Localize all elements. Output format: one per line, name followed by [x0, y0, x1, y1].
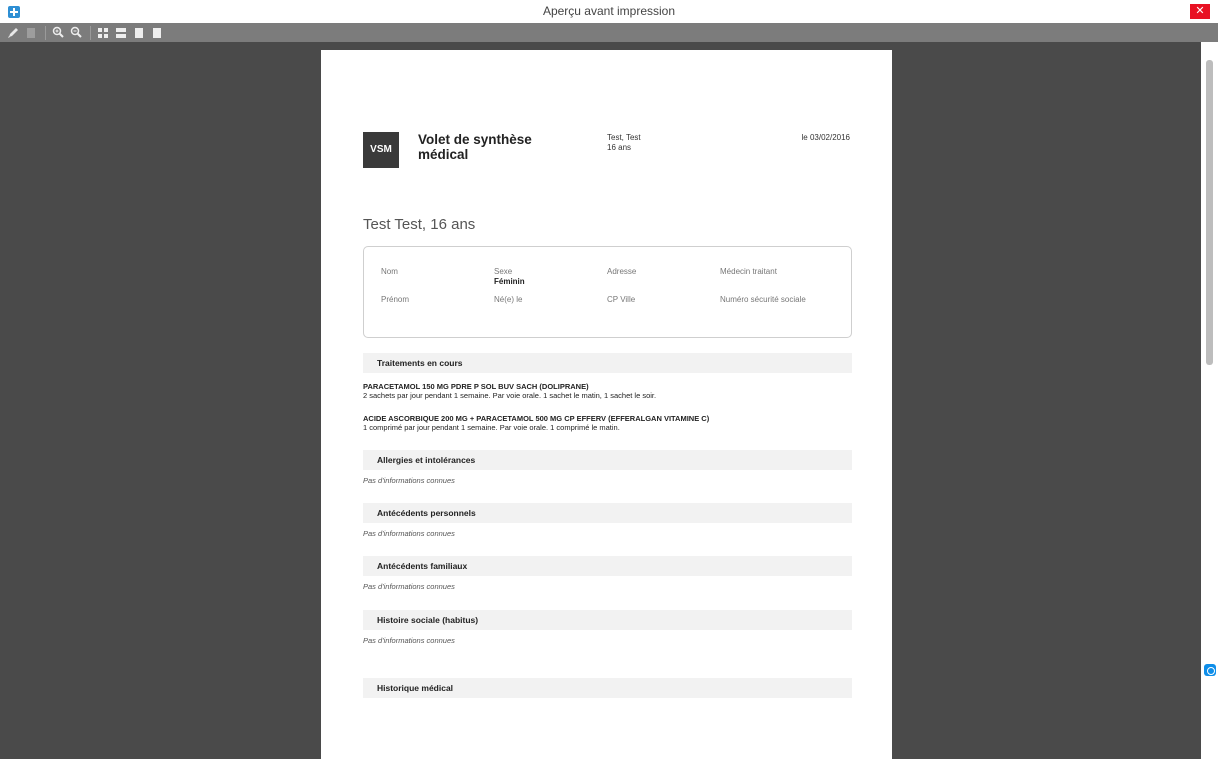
copy-icon[interactable] [23, 25, 39, 41]
remote-support-tab[interactable] [1201, 659, 1218, 697]
section-allergies: Allergies et intolérances Pas d'informat… [363, 450, 852, 485]
zoom-out-icon[interactable] [68, 25, 84, 41]
nom-label: Nom [381, 267, 398, 276]
section-title: Historique médical [363, 678, 852, 698]
section-empty-text: Pas d'informations connues [363, 582, 455, 591]
two-pages-icon[interactable] [131, 25, 147, 41]
toolbar-separator [45, 25, 46, 40]
section-historique-medical: Historique médical [363, 678, 852, 698]
section-antecedents-familiaux: Antécédents familiaux Pas d'informations… [363, 556, 852, 591]
medication-dosage: 2 sachets par jour pendant 1 semaine. Pa… [363, 391, 657, 400]
window-title: Aperçu avant impression [542, 4, 676, 18]
medication-dosage: 1 comprimé par jour pendant 1 semaine. P… [363, 423, 620, 432]
single-page-icon[interactable] [149, 25, 165, 41]
vertical-scrollbar[interactable] [1201, 42, 1218, 759]
sexe-value: Féminin [494, 277, 525, 286]
header-patient-name: Test, Test [607, 133, 641, 142]
vsm-badge: VSM [363, 132, 399, 168]
adresse-label: Adresse [607, 267, 637, 276]
section-empty-text: Pas d'informations connues [363, 476, 455, 485]
toolbar [0, 23, 1218, 42]
section-title: Antécédents familiaux [363, 556, 852, 576]
section-empty-text: Pas d'informations connues [363, 529, 455, 538]
page-width-icon[interactable] [113, 25, 129, 41]
document-date: le 03/02/2016 [801, 133, 851, 142]
patient-heading: Test Test, 16 ans [363, 216, 476, 233]
section-title: Histoire sociale (habitus) [363, 610, 852, 630]
section-antecedents-personnels: Antécédents personnels Pas d'information… [363, 503, 852, 538]
document-header: VSM Volet de synthèse médical Test, Test… [363, 132, 850, 192]
remote-support-icon [1204, 664, 1216, 676]
section-title: Allergies et intolérances [363, 450, 852, 470]
zoom-in-icon[interactable] [50, 25, 66, 41]
scrollbar-thumb[interactable] [1206, 60, 1213, 365]
medication-item: ACIDE ASCORBIQUE 200 mg + PARACETAMOL 50… [363, 414, 709, 432]
close-button[interactable]: ✕ [1190, 4, 1210, 19]
cp-ville-label: CP Ville [607, 295, 636, 304]
document-title: Volet de synthèse médical [418, 132, 532, 162]
nss-label: Numéro sécurité sociale [720, 295, 806, 304]
section-traitements: Traitements en cours [363, 353, 852, 373]
document-page: VSM Volet de synthèse médical Test, Test… [321, 50, 892, 759]
toolbar-separator [90, 25, 91, 40]
pencil-icon[interactable] [5, 25, 21, 41]
medecin-label: Médecin traitant [720, 267, 777, 276]
title-bar: Aperçu avant impression ✕ [0, 0, 1218, 23]
medication-name: PARACETAMOL 150 mg pdre p sol buv sach (… [363, 382, 589, 391]
header-patient-age: 16 ans [607, 143, 632, 152]
section-title: Antécédents personnels [363, 503, 852, 523]
ne-le-label: Né(e) le [494, 295, 523, 304]
medication-name: ACIDE ASCORBIQUE 200 mg + PARACETAMOL 50… [363, 414, 710, 423]
whole-page-icon[interactable] [95, 25, 111, 41]
section-empty-text: Pas d'informations connues [363, 636, 455, 645]
medication-item: PARACETAMOL 150 mg pdre p sol buv sach (… [363, 382, 656, 400]
sexe-label: Sexe [494, 267, 513, 276]
prenom-label: Prénom [381, 295, 410, 304]
section-title: Traitements en cours [363, 353, 852, 373]
section-histoire-sociale: Histoire sociale (habitus) Pas d'informa… [363, 610, 852, 645]
identity-card: Nom Sexe Féminin Adresse Médecin traitan… [363, 246, 852, 338]
